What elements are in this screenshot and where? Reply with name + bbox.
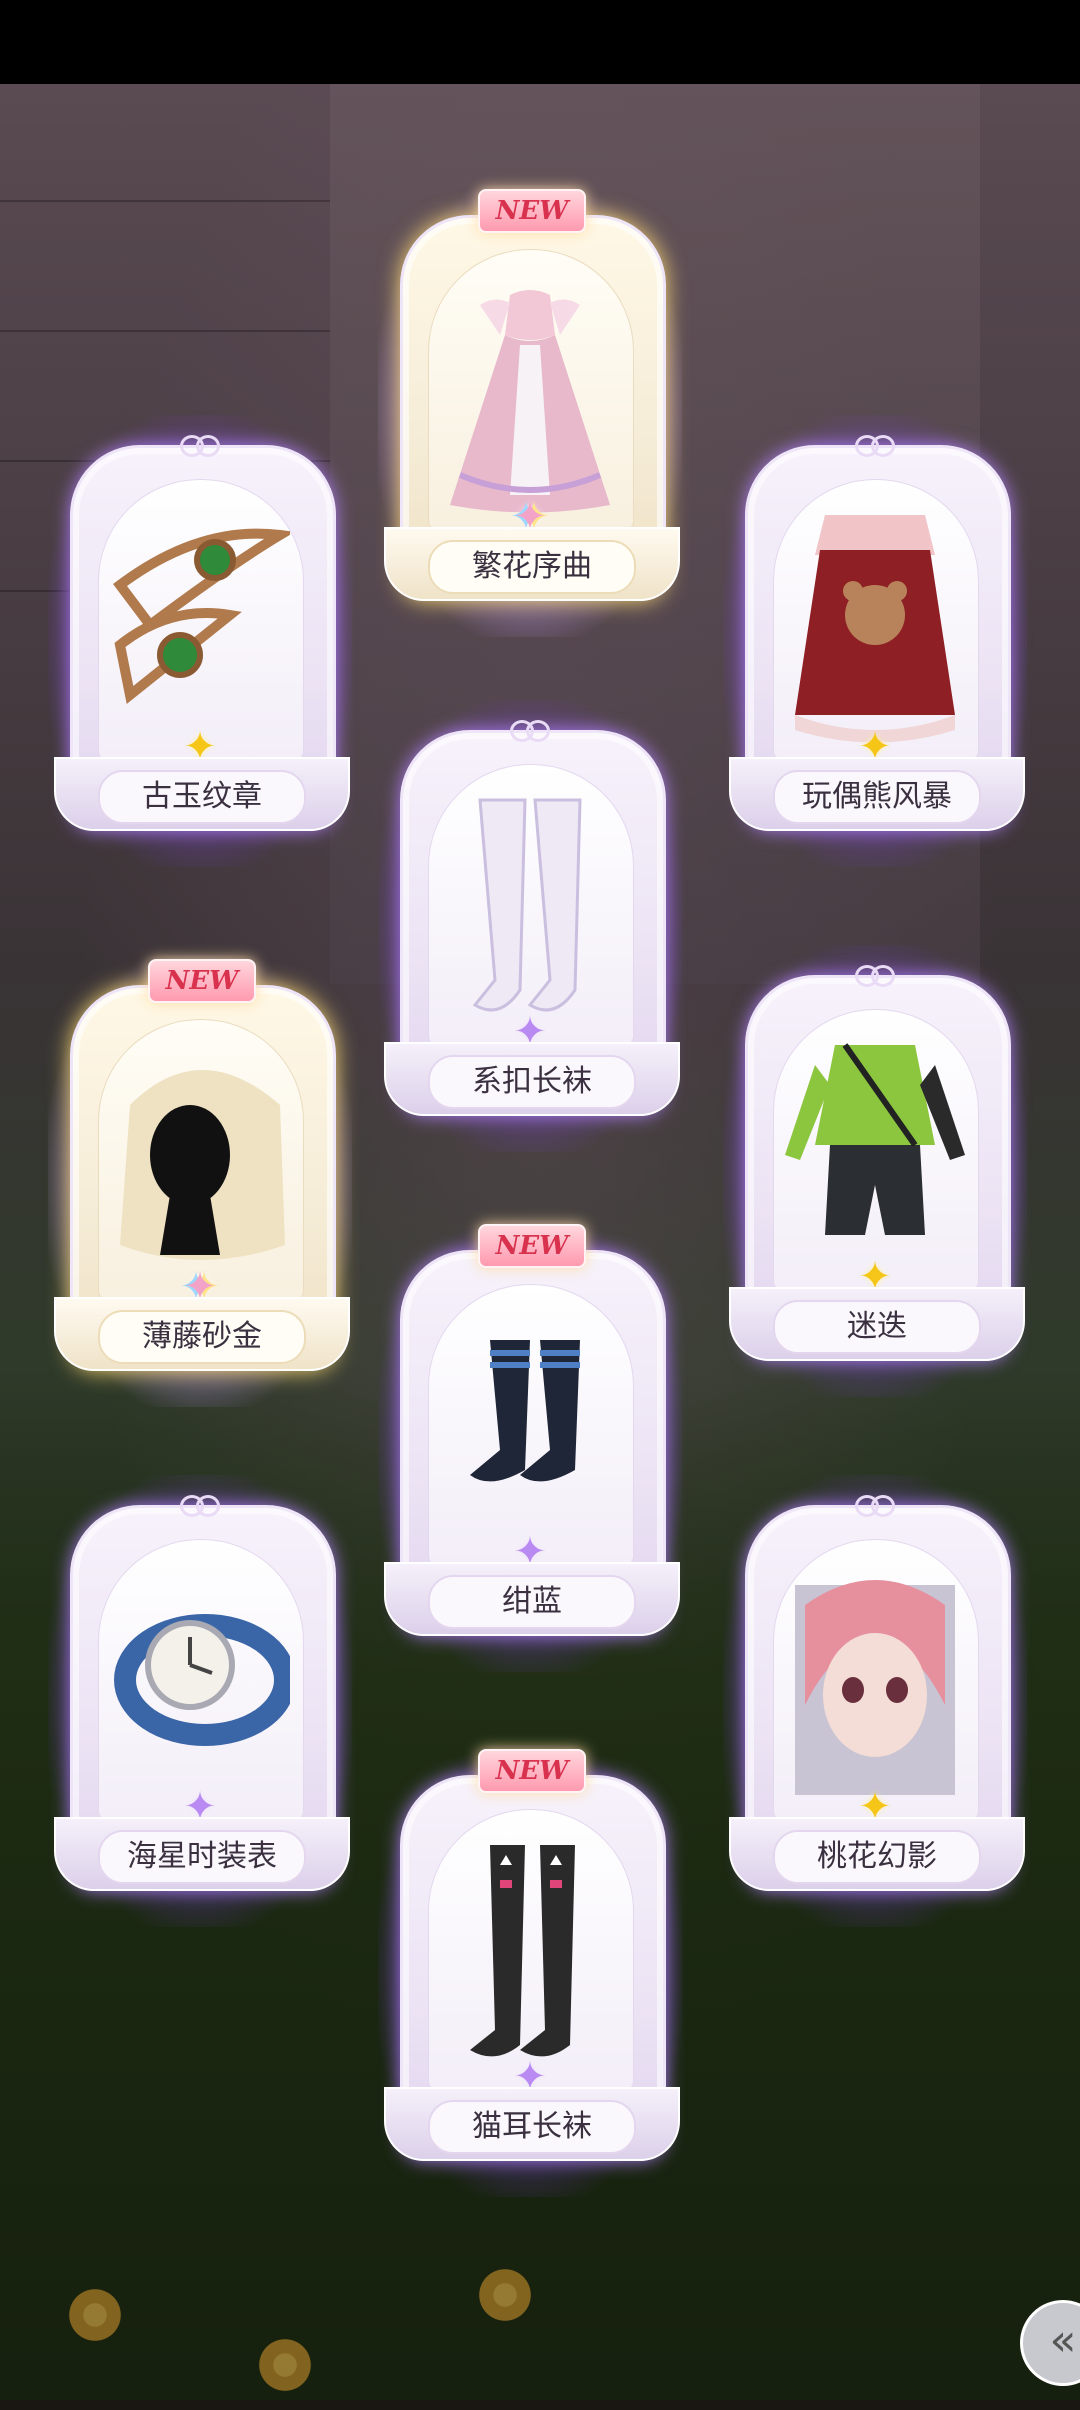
new-badge: NEW bbox=[478, 1749, 586, 1793]
reward-card-haixing-shizhuangbiao[interactable]: ✦ 海星时装表 bbox=[48, 1475, 352, 1927]
item-name: 海星时装表 bbox=[98, 1830, 306, 1884]
reward-card-midie[interactable]: ✦ 迷迭 bbox=[723, 945, 1027, 1397]
item-name: 猫耳长袜 bbox=[428, 2100, 636, 2154]
jade-emblem-icon bbox=[112, 528, 290, 705]
reward-card-boteng-shajin[interactable]: ✦ 薄藤砂金 NEW bbox=[48, 955, 352, 1407]
item-name: 薄藤砂金 bbox=[98, 1310, 306, 1364]
item-name: 迷迭 bbox=[773, 1300, 981, 1354]
bow-icon bbox=[855, 1493, 895, 1517]
item-name: 绀蓝 bbox=[428, 1575, 636, 1629]
item-name: 玩偶熊风暴 bbox=[773, 770, 981, 824]
dress-icon bbox=[450, 290, 610, 513]
watch-icon bbox=[114, 1614, 290, 1746]
background-flower bbox=[460, 2250, 550, 2340]
bear-dress-icon bbox=[795, 515, 955, 743]
blonde-hair-icon bbox=[120, 1070, 285, 1260]
bow-icon bbox=[855, 963, 895, 987]
item-name: 古玉纹章 bbox=[98, 770, 306, 824]
navy-socks-icon bbox=[470, 1340, 580, 1482]
new-badge: NEW bbox=[478, 189, 586, 233]
reward-card-taohua-huanying[interactable]: ✦ 桃花幻影 bbox=[723, 1475, 1027, 1927]
reward-card-fanhua-xuqu[interactable]: ✦ 繁花序曲 NEW bbox=[378, 185, 682, 637]
reward-card-guyu-wenzhang[interactable]: ✦ 古玉纹章 bbox=[48, 415, 352, 867]
green-shirt-outfit-icon bbox=[785, 1043, 965, 1235]
cat-ear-stockings-icon bbox=[470, 1845, 575, 2057]
pink-hair-portrait-icon bbox=[795, 1580, 955, 1795]
item-name: 系扣长袜 bbox=[428, 1055, 636, 1109]
background-flower bbox=[50, 2270, 140, 2360]
bow-icon bbox=[855, 433, 895, 457]
new-badge: NEW bbox=[148, 959, 256, 1003]
reward-card-ganlan[interactable]: ✦ 绀蓝 NEW bbox=[378, 1220, 682, 1672]
item-name: 桃花幻影 bbox=[773, 1830, 981, 1884]
bow-icon bbox=[510, 718, 550, 742]
item-name: 繁花序曲 bbox=[428, 540, 636, 594]
background-flower bbox=[240, 2320, 330, 2410]
bow-icon bbox=[180, 1493, 220, 1517]
status-bar bbox=[0, 0, 1080, 84]
wall-plank bbox=[0, 200, 330, 202]
reward-card-xikou-changwa[interactable]: ✦ 系扣长袜 bbox=[378, 700, 682, 1152]
bow-icon bbox=[180, 433, 220, 457]
wall-plank bbox=[0, 330, 330, 332]
white-stockings-icon bbox=[472, 798, 582, 1012]
reward-card-wanou-xiong-fengbao[interactable]: ✦ 玩偶熊风暴 bbox=[723, 415, 1027, 867]
reward-card-maoer-changwa[interactable]: ✦ 猫耳长袜 NEW bbox=[378, 1745, 682, 2197]
new-badge: NEW bbox=[478, 1224, 586, 1268]
